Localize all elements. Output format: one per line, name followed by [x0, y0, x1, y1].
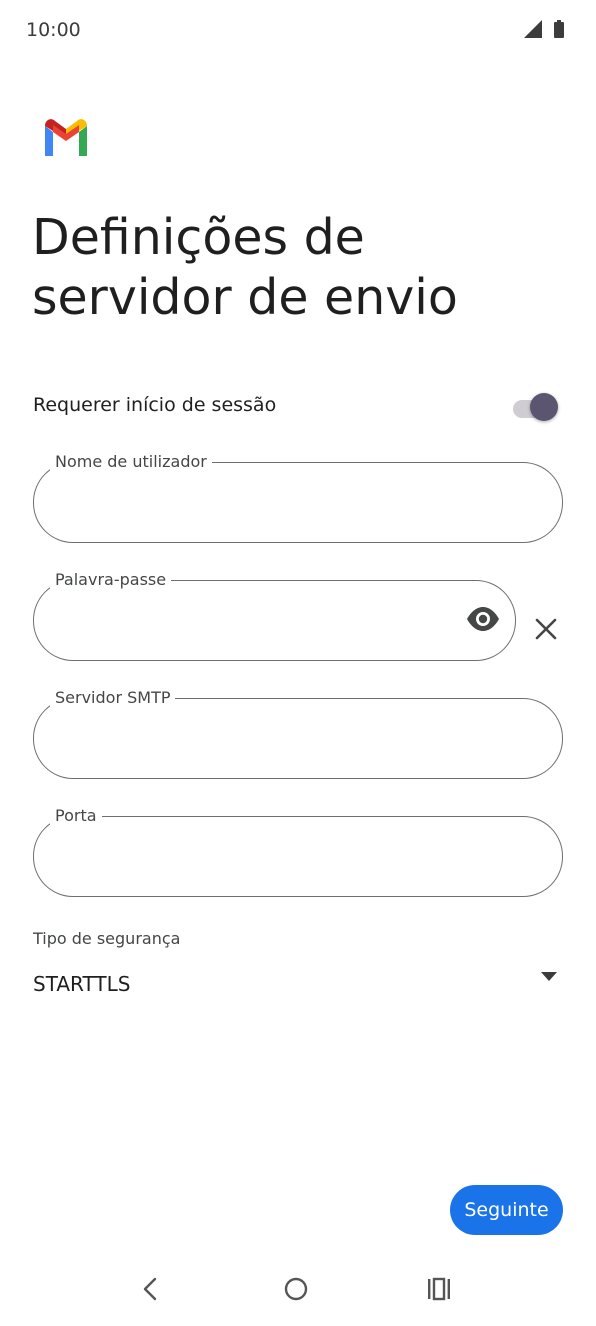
show-password-icon[interactable] — [466, 606, 500, 632]
security-type-value: STARTTLS — [33, 972, 131, 996]
security-type-select[interactable]: STARTTLS — [33, 966, 557, 1006]
username-label: Nome de utilizador — [55, 452, 207, 471]
password-field[interactable]: Palavra-passe — [33, 571, 516, 661]
port-label: Porta — [55, 806, 97, 825]
require-login-label: Requerer início de sessão — [33, 394, 277, 416]
clear-icon[interactable] — [534, 617, 558, 641]
smtp-server-field[interactable]: Servidor SMTP — [33, 688, 566, 779]
signal-icon — [524, 20, 542, 38]
username-input[interactable] — [50, 471, 566, 523]
back-icon[interactable] — [138, 1276, 162, 1302]
port-input[interactable] — [50, 825, 566, 877]
smtp-server-input[interactable] — [50, 707, 566, 759]
require-login-row: Requerer início de sessão — [33, 386, 563, 426]
status-bar: 10:00 — [0, 0, 596, 62]
battery-icon — [554, 20, 564, 38]
recents-icon[interactable] — [426, 1276, 452, 1302]
require-login-toggle[interactable] — [513, 392, 559, 421]
smtp-server-label: Servidor SMTP — [55, 688, 171, 707]
home-icon[interactable] — [283, 1276, 309, 1302]
username-field[interactable]: Nome de utilizador — [33, 452, 566, 543]
page-title: Definições de servidor de envio — [32, 209, 458, 326]
status-time: 10:00 — [26, 19, 81, 41]
password-label: Palavra-passe — [55, 570, 167, 589]
navigation-bar — [0, 1262, 596, 1326]
port-field[interactable]: Porta — [33, 806, 566, 897]
gmail-logo — [45, 119, 87, 156]
dropdown-arrow-icon — [541, 972, 557, 981]
toggle-thumb — [530, 393, 558, 421]
next-button[interactable]: Seguinte — [450, 1185, 563, 1235]
password-input[interactable] — [50, 589, 454, 641]
security-type-caption: Tipo de segurança — [33, 929, 181, 948]
status-icons — [524, 20, 564, 38]
